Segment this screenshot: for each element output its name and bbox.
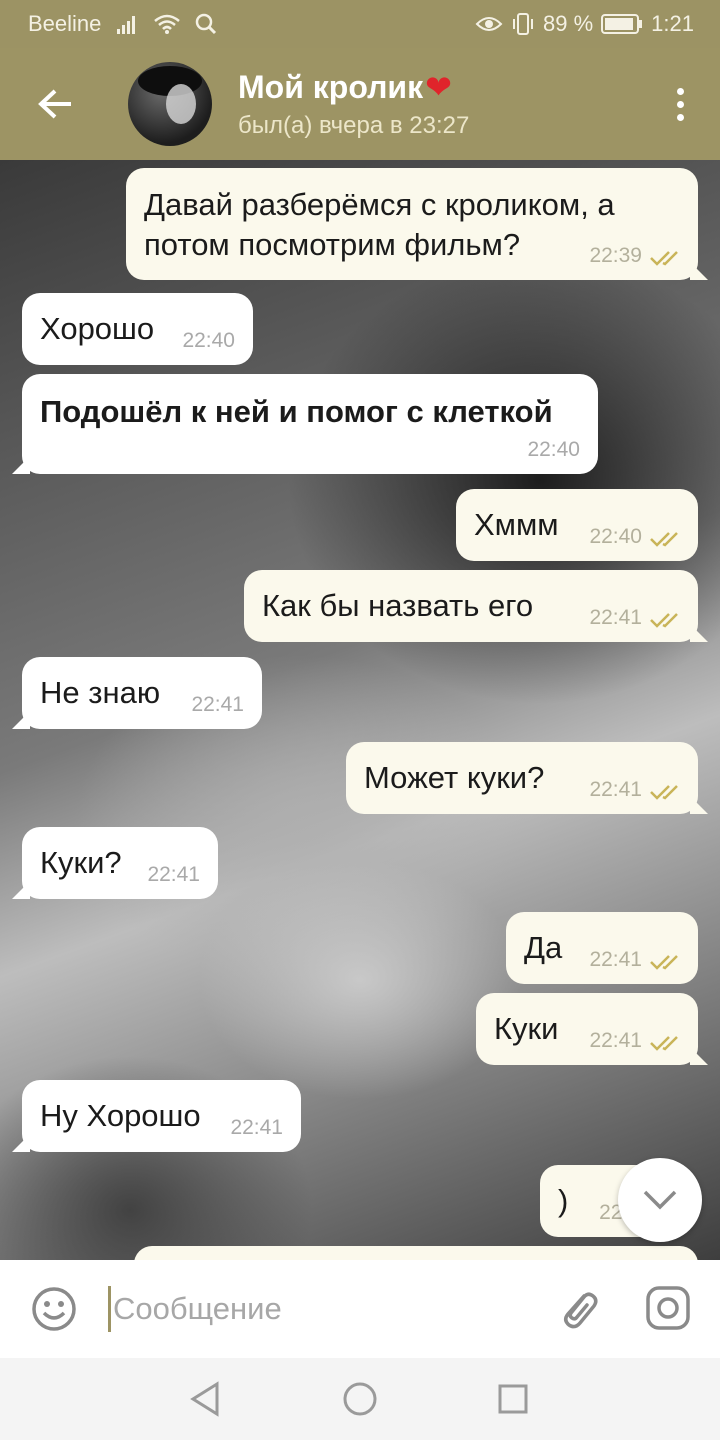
back-arrow-icon (38, 89, 71, 119)
message-text: Да (524, 930, 563, 965)
chat-header: Мой кролик ❤ был(а) вчера в 23:27 (0, 48, 720, 160)
nav-back-button[interactable] (184, 1378, 226, 1420)
vibrate-icon (511, 12, 535, 36)
message-time: 22:40 (182, 329, 235, 352)
message-text: Хммм (474, 507, 559, 542)
message-time: 22:41 (589, 948, 642, 971)
message-text: Как бы назвать его (262, 588, 534, 623)
nav-recents-button[interactable] (492, 1378, 534, 1420)
chat-title-text: Мой кролик (238, 68, 424, 105)
text-cursor (108, 1286, 111, 1332)
message-text: Хорошо (40, 311, 155, 346)
message-outgoing[interactable]: Хммм 22:40 (456, 489, 698, 561)
camera-button[interactable] (640, 1280, 696, 1336)
message-text-line: потом посмотрим фильм? (144, 227, 521, 262)
message-time: 22:41 (191, 693, 244, 716)
message-time: 22:41 (147, 863, 200, 886)
message-text-line: Давай разберёмся с кроликом, а (144, 187, 615, 222)
search-icon (195, 13, 217, 35)
message-incoming[interactable]: Ну Хорошо 22:41 (12, 1080, 301, 1152)
back-button[interactable] (0, 48, 110, 160)
double-check-icon (650, 1036, 678, 1051)
message-incoming[interactable]: Подошёл к ней и помог с клеткой 22:40 (12, 374, 598, 474)
message-text: Может куки? (364, 760, 545, 795)
message-time: 22:39 (589, 244, 642, 267)
message-composer (0, 1260, 720, 1358)
double-check-icon (650, 955, 678, 970)
chevron-down-icon (643, 1190, 677, 1210)
message-text: ) (558, 1183, 569, 1218)
double-check-icon (650, 613, 678, 628)
status-bar: Beeline 89 % 1:21 (0, 0, 720, 48)
message-outgoing[interactable]: Может куки? 22:41 (346, 742, 708, 814)
attach-button[interactable] (550, 1280, 606, 1336)
message-outgoing[interactable]: Давай разберёмся с кроликом, а потом пос… (126, 168, 708, 280)
camera-icon (646, 1286, 690, 1330)
emoji-icon (32, 1287, 76, 1331)
nav-back-icon (190, 1381, 219, 1417)
clock: 1:21 (651, 11, 694, 36)
signal-icon (115, 13, 139, 35)
message-text: Не знаю (40, 675, 161, 710)
message-incoming[interactable]: Хорошо 22:40 (22, 293, 253, 365)
double-check-icon (650, 251, 678, 266)
message-text: Куки? (40, 845, 122, 880)
message-time: 22:40 (589, 525, 642, 548)
scroll-to-bottom-button[interactable] (618, 1158, 702, 1242)
message-input[interactable] (113, 1291, 533, 1327)
message-outgoing[interactable]: Как бы назвать его 22:41 (244, 570, 708, 642)
message-outgoing[interactable]: Да 22:41 (506, 912, 698, 984)
carrier-label: Beeline (28, 11, 102, 36)
eye-icon (475, 14, 503, 34)
message-time: 22:40 (527, 438, 580, 461)
message-time: 22:41 (230, 1116, 283, 1139)
more-options-button[interactable] (640, 48, 720, 160)
message-text: Куки (494, 1011, 559, 1046)
message-time: 22:41 (589, 606, 642, 629)
avatar[interactable] (128, 62, 212, 146)
message-outgoing[interactable]: Куки 22:41 (476, 993, 708, 1065)
chat-title: Мой кролик ❤ (238, 68, 469, 106)
nav-recents-icon (498, 1384, 528, 1414)
message-outgoing-partial[interactable] (134, 1246, 698, 1260)
nav-home-icon (343, 1382, 377, 1416)
double-check-icon (650, 532, 678, 547)
message-incoming[interactable]: Не знаю 22:41 (12, 657, 262, 729)
chat-area[interactable]: Давай разберёмся с кроликом, а потом пос… (0, 160, 720, 1260)
battery-percent: 89 % (543, 11, 594, 36)
nav-home-button[interactable] (339, 1378, 381, 1420)
emoji-button[interactable] (0, 1260, 108, 1358)
message-text: Ну Хорошо (40, 1098, 201, 1133)
last-seen-status: был(а) вчера в 23:27 (238, 112, 470, 139)
wifi-icon (153, 13, 181, 35)
chat-title-block[interactable]: Мой кролик ❤ был(а) вчера в 23:27 (238, 68, 469, 140)
more-vert-icon (676, 87, 684, 95)
attach-icon (564, 1292, 598, 1329)
heart-emoji: ❤ (425, 69, 452, 105)
message-incoming[interactable]: Куки? 22:41 (12, 827, 218, 899)
double-check-icon (650, 785, 678, 800)
battery-icon (601, 13, 643, 35)
system-navigation-bar (0, 1358, 720, 1440)
message-time: 22:41 (589, 1029, 642, 1052)
message-time: 22:41 (589, 778, 642, 801)
message-text: Подошёл к ней и помог с клеткой (40, 394, 553, 429)
